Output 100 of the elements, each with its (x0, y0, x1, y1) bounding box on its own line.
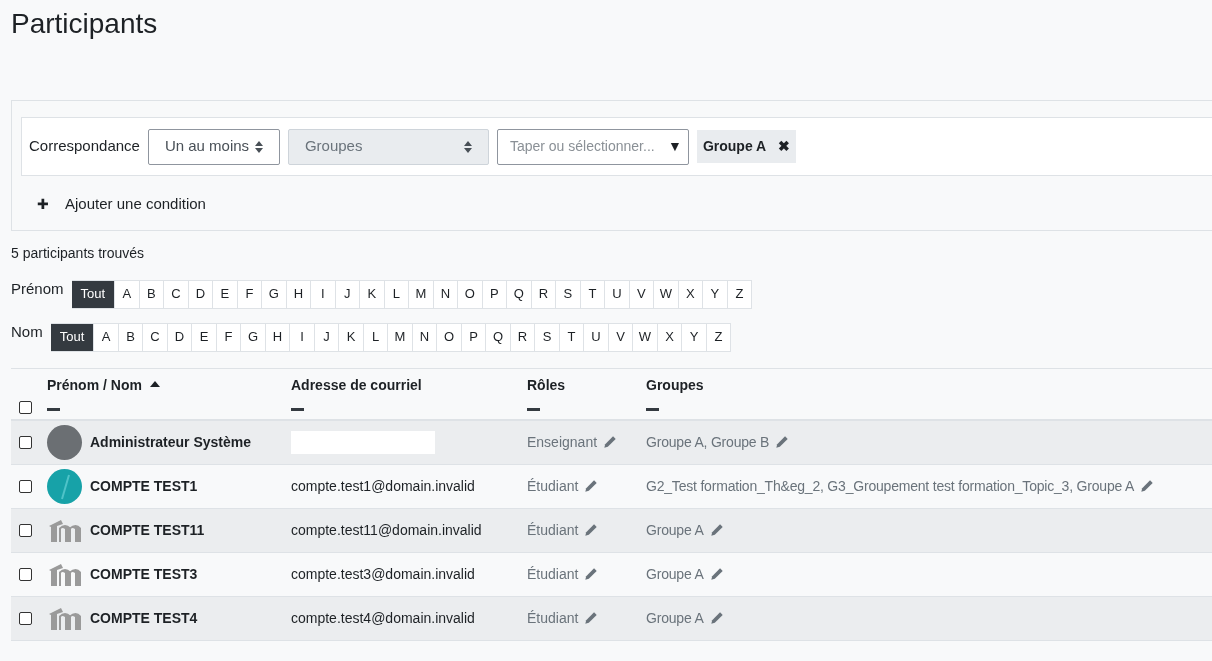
checkbox[interactable] (19, 400, 32, 414)
initial-letter[interactable]: S (535, 322, 560, 352)
initial-letter[interactable]: R (531, 279, 557, 309)
initial-letter[interactable]: U (584, 322, 609, 352)
initial-letter[interactable]: Tout (50, 322, 95, 352)
collapse-icon[interactable] (527, 407, 540, 411)
initial-letter[interactable]: I (290, 322, 315, 352)
initial-letter[interactable]: B (139, 279, 165, 309)
initial-letter[interactable]: Q (486, 322, 511, 352)
pencil-icon[interactable] (709, 611, 724, 625)
initial-letter[interactable]: D (188, 279, 214, 309)
initial-letter[interactable]: Z (727, 279, 753, 309)
checkbox[interactable] (19, 523, 32, 537)
default-avatar-icon (47, 606, 82, 630)
participant-name[interactable]: COMPTE TEST4 (90, 607, 198, 629)
initial-letter[interactable]: Z (706, 322, 732, 352)
initial-letter[interactable]: N (412, 322, 438, 352)
pencil-icon[interactable] (775, 435, 790, 449)
initial-letter[interactable]: H (286, 279, 312, 309)
column-header[interactable]: Prénom / Nom (47, 374, 291, 396)
initial-letter[interactable]: X (657, 322, 683, 352)
initial-letter[interactable]: H (265, 322, 291, 352)
pencil-icon[interactable] (603, 435, 618, 449)
initial-letter[interactable]: D (167, 322, 193, 352)
participant-name[interactable]: COMPTE TEST3 (90, 563, 198, 585)
pencil-icon[interactable] (584, 479, 599, 493)
initial-letter[interactable]: V (629, 279, 655, 309)
add-condition-link[interactable]: Ajouter une condition (65, 193, 206, 216)
initial-letter[interactable]: J (314, 322, 340, 352)
initial-letter[interactable]: X (678, 279, 704, 309)
participant-name[interactable]: Administrateur Système (90, 431, 252, 453)
initial-letter[interactable]: L (384, 279, 410, 309)
match-select[interactable]: Un au moins (147, 128, 280, 165)
initial-letter[interactable]: A (115, 279, 140, 309)
participant-name[interactable]: COMPTE TEST11 (90, 519, 205, 541)
initial-letter[interactable]: R (510, 322, 536, 352)
initial-letter[interactable]: C (143, 322, 168, 352)
initial-letter[interactable]: S (556, 279, 581, 309)
initial-letter[interactable]: C (164, 279, 189, 309)
initial-letter[interactable]: U (605, 279, 630, 309)
initial-letter[interactable]: Y (682, 322, 707, 352)
initial-letter[interactable]: P (461, 322, 487, 352)
default-avatar-icon (47, 562, 82, 586)
email-address: compte.test1@domain.invalid (291, 477, 475, 494)
initial-letter[interactable]: F (216, 322, 242, 352)
initial-letter[interactable]: Q (507, 279, 532, 309)
pencil-icon[interactable] (584, 567, 599, 581)
initial-letter[interactable]: M (388, 322, 413, 352)
initial-letter[interactable]: T (559, 322, 585, 352)
table-row[interactable]: COMPTE TEST4 compte.test4@domain.invalid Étudiant Groupe A (11, 596, 1212, 641)
value-field[interactable]: Taper ou sélectionner... ▼ (496, 128, 689, 165)
initial-letter[interactable]: E (192, 322, 217, 352)
initials-label: Nom (11, 322, 43, 341)
initial-letter[interactable]: Y (703, 279, 728, 309)
initial-letter[interactable]: V (608, 322, 634, 352)
table-row[interactable]: Administrateur Système Enseignant Groupe A, Groupe B (11, 420, 1212, 465)
pencil-icon[interactable] (1140, 479, 1155, 493)
initial-letter[interactable]: W (633, 322, 658, 352)
initial-letter[interactable]: K (360, 279, 385, 309)
avatar-icon (47, 468, 82, 504)
participants-count: 5 participants trouvés (11, 243, 146, 263)
initial-letter[interactable]: O (458, 279, 483, 309)
table-row[interactable]: COMPTE TEST11 compte.test11@domain.invalid Étudiant Groupe A (11, 508, 1212, 553)
checkbox[interactable] (19, 435, 32, 449)
initial-letter[interactable]: E (213, 279, 238, 309)
groups-text: G2_Test formation_Th&eg_2, G3_Groupement test formation_Topic_3, Groupe A (646, 476, 1135, 496)
initial-letter[interactable]: W (654, 279, 679, 309)
column-header[interactable]: Adresse de courriel (291, 374, 527, 396)
initial-letter[interactable]: F (237, 279, 263, 309)
groups-text: Groupe A (646, 608, 704, 628)
initial-letter[interactable]: G (262, 279, 287, 309)
checkbox[interactable] (19, 479, 32, 493)
initial-letter[interactable]: M (409, 279, 434, 309)
pencil-icon[interactable] (709, 523, 724, 537)
pencil-icon[interactable] (584, 523, 599, 537)
collapse-icon[interactable] (646, 407, 659, 411)
initial-letter[interactable]: O (437, 322, 462, 352)
checkbox[interactable] (19, 567, 32, 581)
column-header[interactable]: Rôles (527, 374, 646, 396)
plus-icon[interactable]: ✚ (37, 193, 49, 215)
remove-icon[interactable]: ✖ (778, 136, 791, 157)
initial-letter[interactable]: Tout (71, 279, 116, 309)
checkbox[interactable] (19, 611, 32, 625)
pencil-icon[interactable] (584, 611, 599, 625)
column-header[interactable]: Groupes (646, 374, 1212, 396)
collapse-icon[interactable] (47, 407, 60, 411)
initial-letter[interactable]: K (339, 322, 364, 352)
role-text: Étudiant (527, 608, 579, 628)
initial-letter[interactable]: G (241, 322, 266, 352)
initial-letter[interactable]: A (94, 322, 119, 352)
pencil-icon[interactable] (709, 567, 724, 581)
initial-letter[interactable]: P (482, 279, 508, 309)
collapse-icon[interactable] (291, 407, 304, 411)
initial-letter[interactable]: L (363, 322, 389, 352)
initial-letter[interactable]: B (118, 322, 144, 352)
initial-letter[interactable]: J (335, 279, 361, 309)
participant-name[interactable]: COMPTE TEST1 (90, 475, 198, 497)
initial-letter[interactable]: I (311, 279, 336, 309)
initial-letter[interactable]: N (433, 279, 459, 309)
initial-letter[interactable]: T (580, 279, 606, 309)
